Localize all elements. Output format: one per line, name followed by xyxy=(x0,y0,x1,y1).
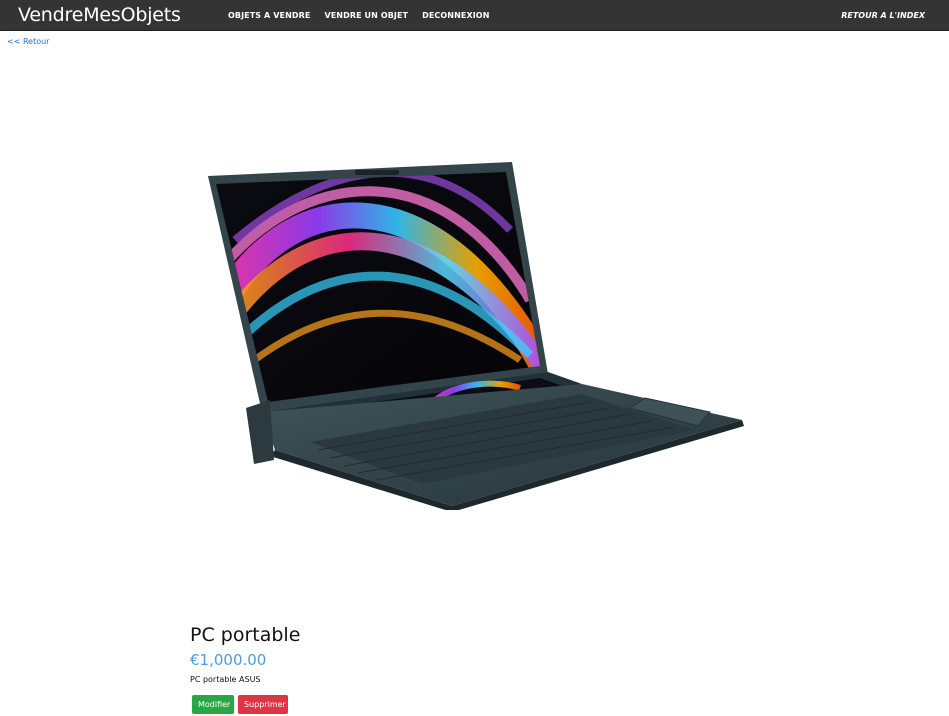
product-description: PC portable ASUS xyxy=(190,675,261,684)
brand-link[interactable]: VendreMesObjets xyxy=(18,4,181,26)
laptop-image xyxy=(208,162,744,510)
top-navbar: VendreMesObjets OBJETS A VENDRE VENDRE U… xyxy=(0,0,949,31)
nav-vendre-un-objet[interactable]: VENDRE UN OBJET xyxy=(324,11,408,21)
delete-button[interactable]: Supprimer xyxy=(238,695,288,714)
nav-retour-index[interactable]: RETOUR A L'INDEX xyxy=(841,11,925,21)
product-price: €1,000.00 xyxy=(190,651,267,669)
modify-button[interactable]: Modifier xyxy=(192,695,234,714)
nav-objets-a-vendre[interactable]: OBJETS A VENDRE xyxy=(228,11,310,21)
nav-deconnexion[interactable]: DECONNEXION xyxy=(422,11,489,21)
product-title: PC portable xyxy=(190,624,301,646)
nav-links: OBJETS A VENDRE VENDRE UN OBJET DECONNEX… xyxy=(228,11,490,21)
back-link[interactable]: << Retour xyxy=(7,37,49,46)
